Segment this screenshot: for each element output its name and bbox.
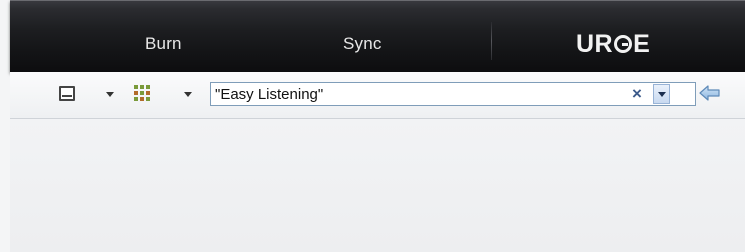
library-toolbar: ×	[10, 72, 745, 119]
tab-burn[interactable]: Burn	[145, 34, 182, 54]
layout-options-icon[interactable]	[59, 86, 75, 101]
view-options-chevron-down-icon[interactable]	[184, 92, 192, 97]
layout-options-chevron-down-icon[interactable]	[106, 92, 114, 97]
top-navigation-bar: Burn Sync UR E	[10, 0, 745, 72]
clear-icon[interactable]: ×	[629, 85, 645, 103]
player-window: Burn Sync URE ×	[0, 0, 745, 252]
navbar-highlight	[10, 0, 745, 1]
view-options-icon[interactable]	[134, 85, 151, 102]
chevron-down-icon	[658, 92, 666, 97]
tab-sync[interactable]: Sync	[343, 34, 382, 54]
search-input[interactable]	[215, 86, 610, 102]
back-arrow-icon[interactable]	[699, 84, 721, 102]
nav-divider	[491, 22, 492, 60]
search-box: ×	[210, 82, 696, 106]
urge-logo[interactable]: UR E	[576, 30, 650, 59]
search-dropdown-button[interactable]	[653, 84, 670, 104]
content-area	[10, 119, 745, 252]
